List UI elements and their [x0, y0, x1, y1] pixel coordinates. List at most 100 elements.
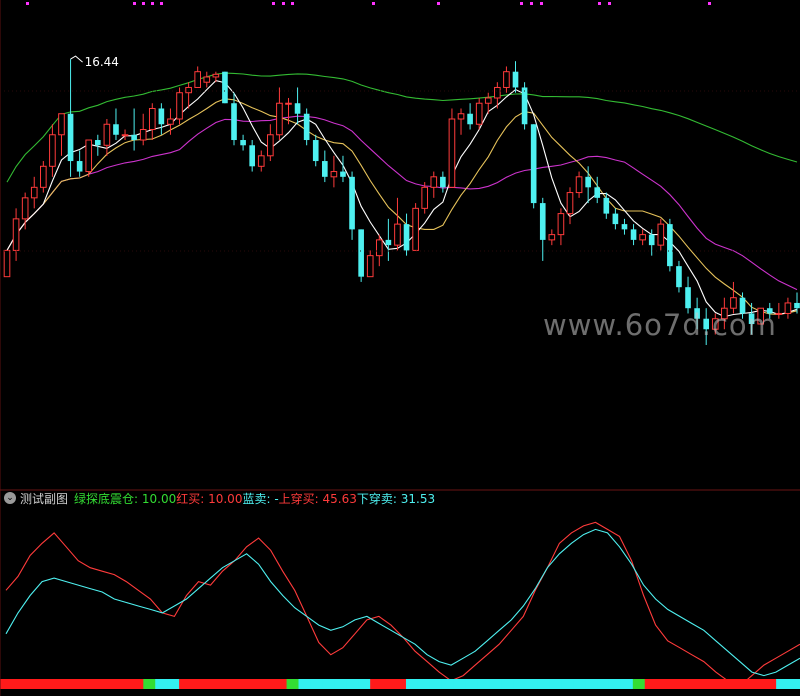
candle-body: [249, 145, 255, 167]
signal-band-segment: [465, 679, 479, 689]
candle: [557, 208, 565, 246]
candle: [521, 82, 528, 130]
signal-band-segment: [716, 679, 729, 689]
candle-body: [676, 266, 682, 288]
legend-item: 红买: 10.00: [176, 492, 242, 506]
candle-body: [113, 124, 119, 135]
candle-body: [267, 134, 274, 157]
candle-body: [512, 71, 519, 88]
legend-value: 10.00: [141, 491, 177, 506]
signal-band-segment: [608, 679, 622, 689]
candle: [585, 166, 591, 204]
top-signal-dot: [282, 2, 285, 5]
candle-body: [312, 140, 319, 162]
signal-band-segment: [155, 679, 168, 689]
watermark: www.6o7d.com: [543, 308, 777, 342]
candle-body: [30, 186, 38, 199]
candle-body: [657, 223, 665, 246]
candle: [403, 213, 410, 256]
candle-body: [121, 134, 129, 137]
signal-band-segment: [776, 679, 789, 689]
indicator-line-1: [5, 521, 800, 687]
candle-body: [539, 203, 546, 240]
candle-body: [530, 124, 537, 204]
signal-band-segment: [119, 679, 132, 689]
candle-body: [222, 71, 228, 104]
legend-value: 10.00: [208, 491, 243, 506]
candle: [148, 103, 156, 141]
candle-body: [330, 171, 338, 178]
legend-item: 上穿买: 45.63: [279, 492, 357, 506]
candle-body: [358, 229, 364, 277]
candle-body: [385, 239, 392, 246]
candle: [249, 140, 255, 172]
candle-body: [3, 249, 11, 278]
top-signal-dot: [272, 2, 275, 5]
signal-band-segment: [107, 679, 121, 689]
signal-band-segment: [143, 679, 156, 689]
candle-body: [612, 213, 619, 225]
candle-body: [575, 176, 583, 194]
candle: [784, 297, 792, 319]
legend-item: 下穿卖: 31.53: [357, 492, 435, 506]
candle-body: [366, 255, 374, 278]
high-marker: [70, 55, 83, 63]
candle: [512, 61, 519, 93]
top-signal-dot: [708, 2, 711, 5]
candle-body: [94, 140, 101, 146]
signal-band-segment: [525, 679, 538, 689]
signal-band-segment: [597, 679, 610, 689]
signal-band-segment: [644, 679, 658, 689]
signal-band-segment: [453, 679, 467, 689]
candle: [139, 113, 147, 146]
candle: [58, 113, 65, 156]
candle: [12, 208, 20, 261]
candle-body: [566, 192, 574, 215]
candle-body: [40, 165, 47, 188]
ma60-line: [6, 72, 798, 183]
signal-band-segment: [513, 679, 526, 689]
candle-body: [231, 103, 237, 141]
candle: [76, 150, 83, 177]
candle-body: [322, 161, 328, 177]
legend-label: 下穿卖:: [356, 491, 401, 506]
candle-body: [76, 161, 83, 172]
top-signal-dot: [151, 2, 154, 5]
settings-gear-icon[interactable]: ⌄: [4, 492, 16, 504]
top-signal-dot: [26, 2, 29, 5]
top-signal-dot: [142, 2, 145, 5]
candle: [131, 108, 137, 151]
signal-band-segment: [0, 679, 13, 689]
top-signal-dot: [530, 2, 533, 5]
signal-band-segment: [202, 679, 216, 689]
top-signal-dot: [540, 2, 543, 5]
candle-body: [630, 229, 637, 240]
candle-body: [494, 86, 501, 99]
indicator-subchart: [0, 521, 800, 689]
signal-band-segment: [11, 679, 25, 689]
candle-body: [21, 197, 29, 220]
signal-band-segment: [47, 679, 61, 689]
candle-body: [49, 134, 56, 167]
candle: [385, 218, 392, 261]
candle: [158, 103, 165, 135]
candle-body: [394, 223, 401, 246]
candle: [113, 108, 119, 141]
signal-band-segment: [226, 679, 240, 689]
candle-body: [131, 134, 137, 141]
candle-body: [594, 187, 601, 198]
candle: [240, 134, 246, 151]
candle-body: [475, 102, 483, 125]
candle: [294, 87, 301, 125]
signal-band-segment: [680, 679, 694, 689]
candle-body: [285, 102, 292, 105]
candle-body: [484, 97, 492, 104]
top-signal-dot: [437, 2, 440, 5]
signal-band-segment: [191, 679, 204, 689]
signal-band-segment: [764, 679, 777, 689]
candle-body: [303, 113, 310, 141]
candle-body: [585, 176, 591, 188]
candle-body: [784, 302, 792, 314]
candle-body: [548, 234, 556, 241]
candle: [548, 229, 556, 246]
